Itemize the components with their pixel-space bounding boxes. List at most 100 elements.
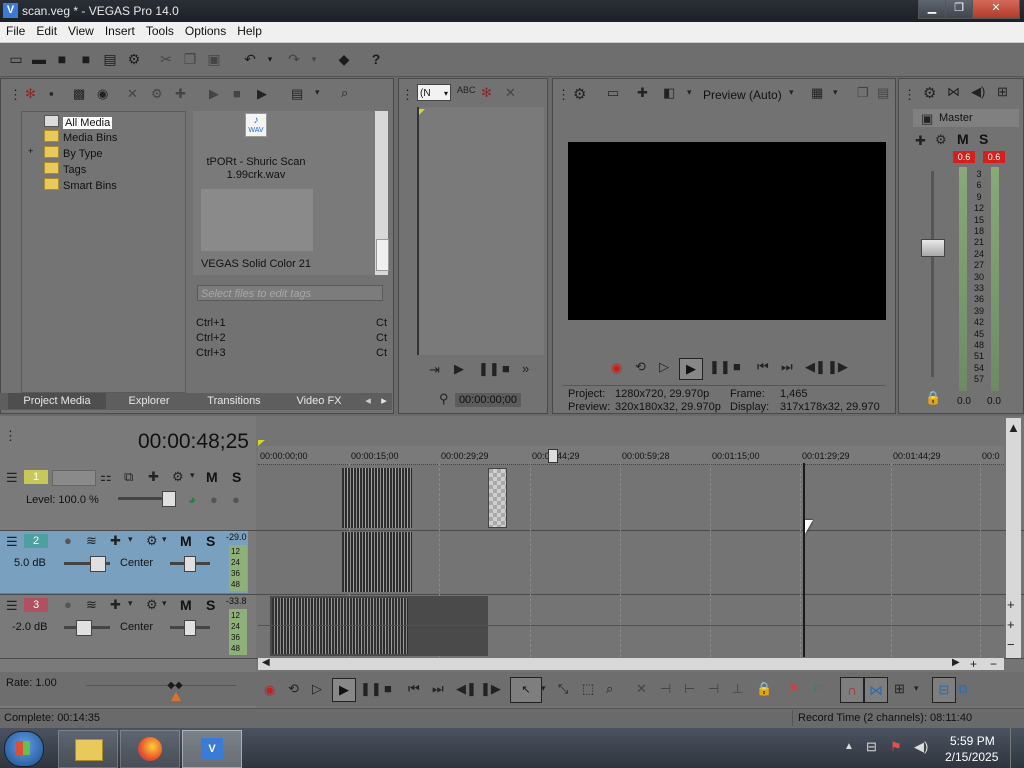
speaker-icon[interactable]: ◀) <box>971 84 985 100</box>
rewind-icon[interactable]: ◀❚ <box>805 359 826 375</box>
tree-item-by-type[interactable]: By Type <box>44 146 103 160</box>
split-icon[interactable]: ⊥ <box>732 681 743 697</box>
track-3-fx-icon[interactable]: ⚙ <box>146 597 158 613</box>
menu-view[interactable]: View <box>62 22 99 38</box>
web-media-icon[interactable]: ◉ <box>97 86 108 102</box>
panel-grip-icon[interactable]: ⋮ <box>401 87 414 103</box>
track-3-pan-handle[interactable] <box>184 620 196 636</box>
zoom-tool-icon[interactable]: ⌕ <box>606 681 613 697</box>
media-file-name-3[interactable]: VEGAS Solid Color 21 <box>193 258 319 270</box>
redo-icon[interactable]: ↷ <box>286 51 302 67</box>
overlays-dropdown-icon[interactable]: ▾ <box>833 87 838 98</box>
tree-item-smart-bins[interactable]: Smart Bins <box>44 178 117 192</box>
stop-icon[interactable]: ■ <box>233 86 241 101</box>
mixer-icon[interactable]: ⊞ <box>997 84 1008 100</box>
menu-insert[interactable]: Insert <box>99 22 140 38</box>
envelope-tool-icon[interactable]: ⤡ <box>558 681 568 697</box>
media-scrollbar[interactable] <box>375 111 389 275</box>
track-3-fx-dropdown-icon[interactable]: ▾ <box>162 598 167 609</box>
overlays-icon[interactable]: ▦ <box>811 85 823 101</box>
master-fx-small-icon[interactable]: ⚙ <box>935 132 947 148</box>
track-1-child-icon[interactable]: ● <box>232 492 240 507</box>
transport-loop-icon[interactable]: ⟲ <box>288 681 299 697</box>
media-file-name[interactable]: tPORt - Shuric Scan <box>193 156 319 168</box>
video-fx-icon[interactable]: ⚙ <box>573 85 586 103</box>
close-button[interactable]: ✕ <box>972 0 1020 19</box>
split-screen-icon[interactable]: ✚ <box>637 85 648 101</box>
render-icon[interactable]: ◆ <box>336 51 352 67</box>
tab-explorer[interactable]: Explorer <box>114 393 184 409</box>
track-1-mute-button[interactable]: M <box>206 469 218 485</box>
pause-icon[interactable]: ❚❚ <box>709 359 731 375</box>
edit-tool-dropdown-icon[interactable]: ▾ <box>541 683 546 694</box>
remove-media-icon[interactable]: ✕ <box>127 86 138 102</box>
audio-clip-2[interactable] <box>342 532 412 592</box>
paste-icon[interactable]: ▣ <box>206 51 222 67</box>
track-3-volume-handle[interactable] <box>76 620 92 636</box>
import-media-icon[interactable]: ✻ <box>25 86 36 102</box>
transport-prev-frame-icon[interactable]: ◀❚ <box>456 681 477 697</box>
trimmer-area[interactable] <box>417 107 544 355</box>
lock-icon[interactable]: 🔒 <box>925 390 941 406</box>
lock-clip-icon[interactable]: 🔒 <box>756 681 772 697</box>
trimmer-combo[interactable]: (N ▾ <box>417 84 451 101</box>
record-icon[interactable]: ◉ <box>611 360 622 376</box>
ignore-grouping-icon[interactable]: ⧉ <box>958 681 967 697</box>
video-clip-1[interactable] <box>342 468 412 528</box>
minimize-button[interactable]: ▁ <box>918 0 946 19</box>
rate-slider[interactable] <box>86 685 236 686</box>
transport-pause-icon[interactable]: ❚❚ <box>360 681 382 697</box>
loop-playback-icon[interactable]: ⟲ <box>635 359 646 375</box>
tab-project-media[interactable]: Project Media <box>8 393 106 409</box>
views-dropdown-icon[interactable]: ▾ <box>315 87 320 98</box>
track-2-pan-dropdown-icon[interactable]: ▾ <box>128 534 133 545</box>
track-3-pan-dropdown-icon[interactable]: ▾ <box>128 598 133 609</box>
help-icon[interactable]: ? <box>368 51 384 67</box>
snapping-button[interactable]: ∩ <box>840 677 864 703</box>
timeline-hscroll[interactable] <box>258 658 1004 670</box>
track-1-fx-icon[interactable]: ⚙ <box>172 469 184 485</box>
trimmer-marker-icon[interactable]: ⚲ <box>439 391 449 407</box>
tree-item-media-bins[interactable]: Media Bins <box>44 130 117 144</box>
new-icon[interactable]: ▭ <box>8 51 24 67</box>
auto-preview-icon[interactable]: ▶ <box>257 86 267 102</box>
panel-grip-icon[interactable]: ⋮ <box>557 87 570 103</box>
tray-volume-icon[interactable]: ◀) <box>914 739 928 755</box>
menu-tools[interactable]: Tools <box>140 22 179 38</box>
undo-icon[interactable]: ↶ <box>242 51 258 67</box>
cursor-start-marker-icon[interactable] <box>258 440 265 446</box>
track-1-motion-icon[interactable]: ⚏ <box>100 469 112 485</box>
settings-icon[interactable]: ⚙ <box>126 51 142 67</box>
track-2-volume-handle[interactable] <box>90 556 106 572</box>
open-icon[interactable]: ▬ <box>31 51 47 67</box>
track-3-solo-button[interactable]: S <box>206 597 215 613</box>
stop-icon[interactable]: ■ <box>733 359 741 374</box>
tab-scroll-left-icon[interactable]: ◂ <box>362 393 374 409</box>
track-1-mask-icon[interactable]: ● <box>210 492 218 507</box>
transport-start-icon[interactable]: ⏮ <box>408 681 420 697</box>
external-monitor-icon[interactable]: ▭ <box>607 85 619 101</box>
track-2-collapse-icon[interactable]: ☰ <box>6 534 18 550</box>
copy-snapshot-icon[interactable]: ❐ <box>857 85 869 101</box>
downmix-icon[interactable]: ⋈ <box>947 84 960 100</box>
auto-crossfade-button[interactable]: ⋈ <box>864 677 888 703</box>
h-zoom-out-icon[interactable]: − <box>990 657 997 671</box>
lock-envelopes-button[interactable]: ⊟ <box>932 677 956 703</box>
show-desktop-button[interactable] <box>1010 728 1024 768</box>
wav-file-icon[interactable]: ♪ WAV <box>245 113 267 137</box>
scroll-up-icon[interactable]: ▲ <box>1007 420 1020 435</box>
trimmer-end-icon[interactable]: » <box>522 361 529 376</box>
preview-quality-icon[interactable]: ◧ <box>663 85 675 101</box>
volume-envelope-line[interactable] <box>258 625 1004 626</box>
transport-stop-icon[interactable]: ■ <box>384 681 392 696</box>
quality-dropdown-icon[interactable]: ▾ <box>687 87 692 98</box>
track-2-fx-icon[interactable]: ⚙ <box>146 533 158 549</box>
tab-video-fx[interactable]: Video FX <box>284 393 354 409</box>
get-media-icon[interactable]: ▩ <box>73 86 85 102</box>
search-icon[interactable]: ⌕ <box>341 85 348 101</box>
media-fx-icon[interactable]: ⚙ <box>151 86 163 102</box>
save-as-icon[interactable]: ■ <box>78 51 94 67</box>
save-snapshot-icon[interactable]: ▤ <box>877 85 889 101</box>
track-2-fx-dropdown-icon[interactable]: ▾ <box>162 534 167 545</box>
trimmer-play-icon[interactable]: ▶ <box>454 361 464 377</box>
